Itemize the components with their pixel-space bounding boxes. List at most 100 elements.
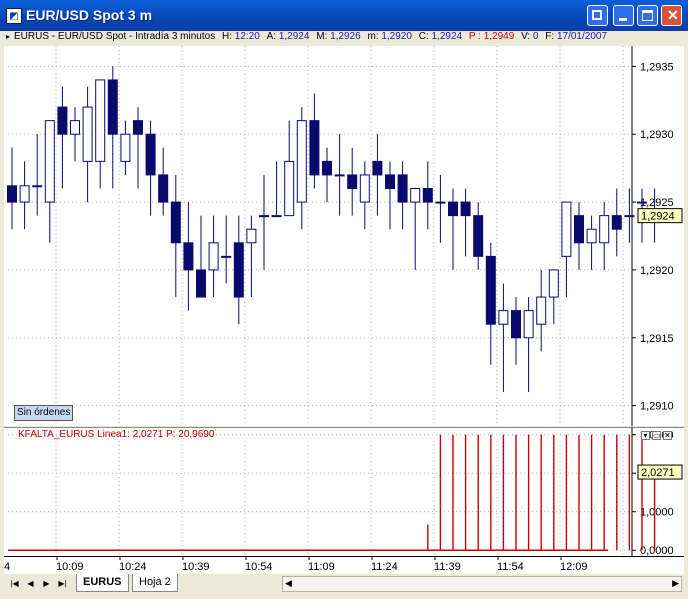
- tab-eurus[interactable]: EURUS: [76, 574, 129, 592]
- candle-up: [70, 120, 80, 135]
- indicator-tick-label: 1,0000: [640, 507, 674, 519]
- quote-info-bar: ▸ EURUS - EUR/USD Spot - Intradía 3 minut…: [4, 31, 684, 47]
- candle-up: [536, 296, 547, 325]
- candle-up: [334, 174, 345, 177]
- panel-minimize-icon[interactable]: ▭: [652, 431, 661, 440]
- candle-up: [410, 188, 421, 203]
- first-sheet-icon[interactable]: |◀: [8, 577, 21, 590]
- candle-down: [7, 185, 17, 203]
- candle-down: [170, 201, 181, 244]
- candle-up: [246, 228, 257, 244]
- candle-down: [233, 242, 244, 298]
- time-tick-label: 10:39: [182, 561, 210, 573]
- candle-up: [523, 310, 534, 339]
- volume-value: 0: [532, 31, 539, 42]
- collapse-arrow-icon[interactable]: ▸: [6, 32, 10, 41]
- time-tick-label: 11:09: [308, 561, 335, 573]
- low-label: m:: [367, 31, 379, 42]
- candle-up: [435, 201, 446, 204]
- prev-sheet-icon[interactable]: ◀: [24, 577, 37, 590]
- candle-down: [196, 269, 206, 298]
- time-tick-label: 10:09: [56, 561, 84, 573]
- time-tick-label: 10:24: [119, 561, 147, 573]
- price-tick-label: 1,2910: [640, 401, 674, 413]
- time-tick-label: 11:39: [434, 561, 461, 573]
- candle-up: [19, 185, 30, 203]
- high-value: 1,2926: [330, 31, 361, 42]
- candle-up: [586, 228, 597, 244]
- maximize-icon: [642, 10, 653, 21]
- price-tick-label: 1,2920: [640, 265, 674, 277]
- candle-down: [183, 242, 194, 271]
- indicator-title: KFALTA_EURUS Linea1: 2,0271 P: 20,9690: [18, 429, 215, 440]
- candle-down: [397, 174, 408, 203]
- candle-up: [548, 269, 559, 298]
- candle-up: [359, 174, 370, 203]
- price-tick-label: 1,2915: [640, 333, 674, 345]
- time-label: H:: [221, 31, 232, 42]
- candle-down: [511, 310, 521, 339]
- minimize-icon: [619, 18, 627, 21]
- panel-close-icon[interactable]: ✕: [663, 431, 672, 440]
- scroll-right-icon[interactable]: ▶: [672, 578, 679, 589]
- indicator-value-label: 2,0271: [641, 467, 675, 479]
- restore-icon: [592, 10, 602, 20]
- last-sheet-icon[interactable]: ▶|: [56, 577, 69, 590]
- candle-down: [57, 106, 68, 135]
- time-tick-label: 11:54: [497, 561, 524, 573]
- time-axis: 4 10:09 10:24 10:39 10:54 11:09 11:24 11:39 11:5…: [4, 556, 684, 574]
- candle-down: [347, 174, 358, 190]
- candle-up: [259, 215, 269, 218]
- high-label: M:: [316, 31, 328, 42]
- price-tick-label: 1,2935: [640, 61, 674, 73]
- chart-app-icon[interactable]: ◩: [6, 8, 22, 24]
- candle-up: [284, 160, 295, 217]
- candle-up: [637, 201, 647, 204]
- open-value: 1,2924: [278, 31, 310, 42]
- candle-down: [145, 133, 156, 176]
- candle-down: [485, 255, 496, 325]
- prev-label: P :: [468, 31, 481, 42]
- panel-scroll-down-icon[interactable]: ▾: [641, 431, 650, 440]
- time-tick-label: 12:09: [560, 561, 588, 573]
- open-label: A:: [266, 31, 277, 42]
- candle-up: [271, 215, 282, 218]
- candle-down: [574, 215, 584, 244]
- time-tick-label: 4: [4, 561, 10, 573]
- close-value: 1,2924: [431, 31, 463, 42]
- candle-up: [599, 215, 610, 244]
- indicator-plot-area: [4, 427, 684, 556]
- symbol-description: EURUS - EUR/USD Spot - Intradía 3 minuto…: [14, 31, 216, 42]
- date-value: 17/01/2007: [556, 31, 608, 42]
- price-chart[interactable]: 1,29351,29301,29251,29201,29151,29101,29…: [4, 46, 684, 426]
- maximize-button[interactable]: [637, 5, 658, 26]
- tab-hoja-2[interactable]: Hoja 2: [132, 574, 178, 592]
- candle-up: [82, 106, 93, 162]
- candle-down: [611, 215, 622, 230]
- restore-button[interactable]: [587, 5, 608, 26]
- candle-down: [107, 79, 118, 135]
- indicator-tick-label: 0,0000: [640, 545, 674, 556]
- current-price-label: 1,2924: [641, 211, 675, 223]
- scroll-left-icon[interactable]: ◀: [285, 578, 292, 589]
- candle-up: [44, 120, 55, 203]
- close-button[interactable]: ✕: [661, 5, 682, 26]
- close-label: C:: [418, 31, 429, 42]
- minimize-button[interactable]: [613, 5, 634, 26]
- prev-value: 1,2949: [483, 31, 515, 42]
- candle-up: [120, 133, 131, 162]
- candle-up: [32, 185, 43, 188]
- candle-down: [309, 120, 320, 176]
- candle-down: [372, 160, 383, 176]
- candle-up: [296, 120, 307, 203]
- title-bar[interactable]: ◩ EUR/USD Spot 3 m ✕: [0, 0, 688, 31]
- next-sheet-icon[interactable]: ▶: [40, 577, 53, 590]
- horizontal-scrollbar[interactable]: ◀ ▶: [282, 576, 682, 592]
- indicator-chart[interactable]: 3,00002,00001,00000,00002,0271: [4, 427, 684, 556]
- candle-down: [473, 215, 484, 257]
- low-value: 1,2920: [381, 31, 412, 42]
- sheet-bar: |◀ ◀ ▶ ▶| EURUS Hoja 2 ◀ ▶: [4, 574, 684, 594]
- candle-down: [422, 188, 433, 203]
- orders-status-badge[interactable]: Sin órdenes: [14, 405, 74, 421]
- window-title: EUR/USD Spot 3 m: [26, 7, 153, 23]
